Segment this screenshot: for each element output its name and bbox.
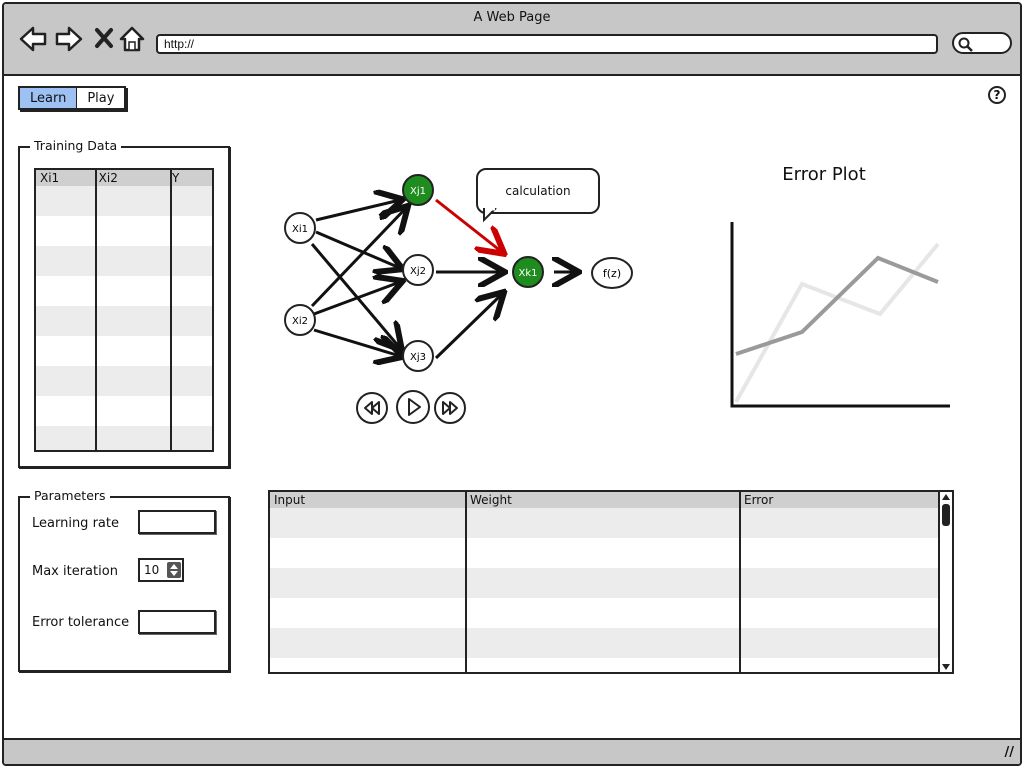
browser-window: A Web Page http:// Learn Play ? Training… — [2, 2, 1022, 766]
results-table-header: Input Weight Error — [270, 492, 938, 508]
edge-xi1-xj1 — [315, 200, 400, 222]
error-plot-title: Error Plot — [782, 164, 866, 185]
address-bar[interactable]: http:// — [156, 34, 938, 54]
node-xj1-label: Xj1 — [410, 186, 426, 197]
learning-rate-label: Learning rate — [32, 516, 119, 531]
training-data-legend: Training Data — [30, 138, 122, 153]
error-plot — [730, 222, 950, 408]
scroll-up-icon[interactable] — [941, 493, 951, 501]
node-xi2-label: Xi2 — [292, 316, 308, 327]
resize-grip-icon[interactable]: // — [1005, 745, 1015, 760]
error-tolerance-input[interactable] — [138, 610, 216, 634]
parameters-legend: Parameters — [30, 488, 110, 503]
play-button[interactable] — [396, 390, 430, 424]
play-icon — [408, 398, 421, 416]
learning-rate-input[interactable] — [138, 510, 216, 534]
search-input[interactable] — [952, 32, 1012, 54]
node-xk1-label: Xk1 — [518, 268, 537, 279]
error-tolerance-label: Error tolerance — [32, 615, 130, 630]
max-iteration-value: 10 — [144, 563, 160, 577]
column-header-weight[interactable]: Weight — [466, 492, 740, 508]
tab-play[interactable]: Play — [77, 88, 124, 108]
search-icon — [958, 37, 973, 52]
error-plot-series-light — [734, 242, 940, 403]
help-icon[interactable]: ? — [988, 86, 1006, 104]
training-data-table[interactable]: Xi1 Xi2 Y — [34, 168, 214, 452]
node-xj3-label: Xj3 — [410, 352, 426, 363]
callout-tail — [483, 208, 497, 223]
edge-xi2-xj1 — [310, 208, 406, 308]
node-xj2-label: Xj2 — [410, 266, 426, 277]
rewind-button[interactable] — [356, 392, 388, 424]
forward-icon[interactable] — [54, 24, 84, 54]
max-iteration-label: Max iteration — [32, 564, 118, 579]
fast-forward-icon — [442, 401, 458, 415]
node-xi1-label: Xi1 — [292, 224, 308, 235]
error-plot-axes — [730, 222, 950, 408]
callout-text: calculation — [505, 184, 571, 198]
training-table-header: Xi1 Xi2 Y — [36, 170, 212, 186]
browser-toolbar: A Web Page http:// — [4, 4, 1020, 76]
back-icon[interactable] — [18, 24, 48, 54]
column-header-y[interactable]: Y — [168, 170, 212, 186]
results-table[interactable]: Input Weight Error — [268, 490, 940, 674]
column-header-xi1[interactable]: Xi1 — [36, 170, 95, 186]
window-title: A Web Page — [473, 10, 551, 25]
status-bar: // — [4, 738, 1020, 764]
column-header-input[interactable]: Input — [270, 492, 466, 508]
home-icon[interactable] — [118, 24, 148, 54]
mode-tabs: Learn Play — [18, 86, 127, 110]
max-iteration-stepper[interactable]: 10 — [138, 558, 184, 582]
results-scrollbar[interactable] — [938, 490, 954, 674]
training-data-panel: Training Data Xi1 Xi2 Y — [18, 138, 230, 468]
column-header-xi2[interactable]: Xi2 — [95, 170, 168, 186]
scroll-thumb[interactable] — [942, 504, 950, 526]
edge-xi2-xj2 — [313, 282, 400, 316]
error-plot-series-dark — [735, 255, 939, 356]
tab-learn[interactable]: Learn — [20, 88, 78, 108]
edge-xj3-xk1 — [434, 294, 502, 360]
rewind-icon — [364, 401, 380, 415]
node-activation-label: f(z) — [603, 267, 621, 280]
fast-forward-button[interactable] — [434, 392, 466, 424]
scroll-down-icon[interactable] — [941, 663, 951, 671]
column-header-error[interactable]: Error — [740, 492, 938, 508]
stepper-arrows-icon[interactable] — [167, 562, 181, 578]
